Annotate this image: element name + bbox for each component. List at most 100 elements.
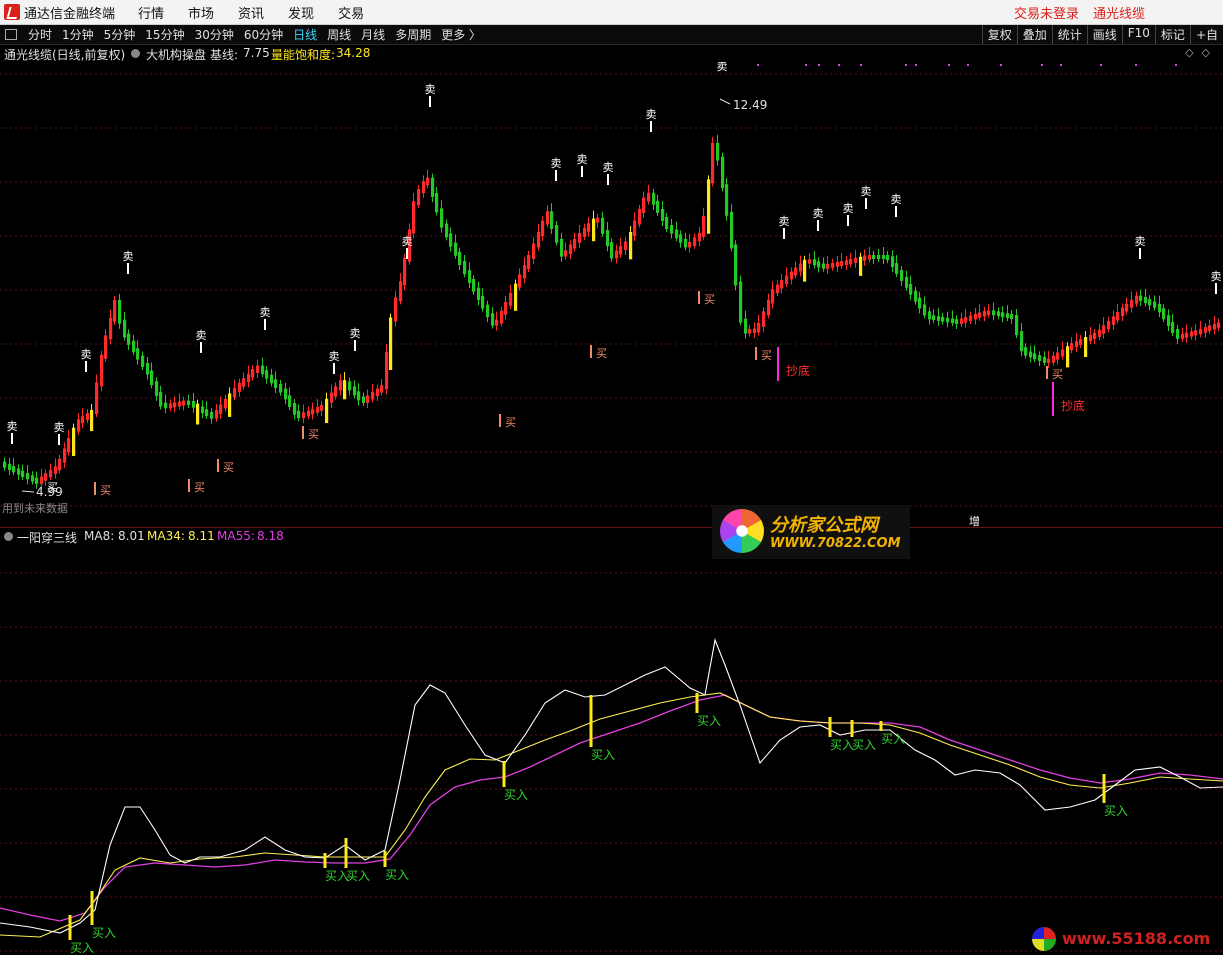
candle-body [541,220,545,236]
restore-rights-button[interactable]: 复权 [981,25,1017,44]
candle-body [155,381,159,396]
signal-dot [1041,64,1043,66]
candle-body [978,312,982,318]
candle-body [987,310,991,315]
candle-body [675,229,679,239]
candle-body [40,476,44,484]
add-self-button[interactable]: +自 [1189,25,1223,44]
signal-dot [838,64,840,66]
candle-body [1066,346,1070,368]
candle-body [1190,331,1194,337]
indicator-name-label: 大机构操盘 [146,48,207,62]
candle-body [504,301,508,315]
candle-body [274,379,278,388]
tab-period-15min[interactable]: 15分钟 [145,26,184,43]
chart-tools: 复权 叠加 统计 画线 F10 标记 +自 [981,25,1223,44]
candle-body [233,387,237,398]
candle-body [1052,355,1056,363]
signal-dot [1060,64,1062,66]
candle-body [1033,353,1037,360]
menu-item-market[interactable]: 市场 [188,3,214,22]
tab-period-60min[interactable]: 60分钟 [244,26,283,43]
f10-button[interactable]: F10 [1121,25,1155,44]
buy-signal-label: 买 [1052,368,1063,381]
candle-body [951,318,955,324]
overlay-button[interactable]: 叠加 [1016,25,1052,44]
tab-period-1min[interactable]: 1分钟 [62,26,94,43]
candle-body [803,259,807,282]
candle-body [532,243,536,259]
signal-dot [967,64,969,66]
candle-body [86,413,90,421]
candle-body [118,300,122,324]
indicator-toggle-icon[interactable] [131,46,140,60]
tab-period-monthly[interactable]: 月线 [361,26,385,43]
candle-body [569,244,573,255]
statistics-button[interactable]: 统计 [1051,25,1087,44]
menu-item-quotes[interactable]: 行情 [138,3,164,22]
candle-body [150,370,154,386]
panel-toggle-icon[interactable] [5,29,17,40]
candle-body [900,270,904,281]
candle-body [491,313,495,326]
ma55-label: MA55: [217,529,255,543]
ma-indicator-chart[interactable]: 买入买入买入买入 买入买入买入买入买入买入 买入买入 [0,545,1223,955]
candle-body [1015,315,1019,336]
menu-item-trade[interactable]: 交易 [338,3,364,22]
panel-options-icon[interactable]: ◇◇ [1185,46,1218,59]
signal-dot [1100,64,1102,66]
candle-body [656,200,660,213]
menu-item-news[interactable]: 资讯 [238,3,264,22]
candlestick-chart[interactable]: 卖卖卖卖卖卖卖卖卖卖卖 卖卖卖卖卖 卖卖卖卖卖卖买 买买买买买买买买买抄底抄底12.4… [0,62,1223,527]
max-price-pointer [719,98,731,105]
buy-signal-label: 买 [223,461,234,474]
candle-body [1079,339,1083,346]
current-stock-link[interactable]: 通光线缆 [1093,3,1145,22]
tab-period-30min[interactable]: 30分钟 [195,26,234,43]
mark-button[interactable]: 标记 [1154,25,1190,44]
candle-body [472,279,476,292]
candle-body [527,255,531,270]
menu-item-discover[interactable]: 发现 [288,3,314,22]
candle-body [311,408,315,415]
tab-period-5min[interactable]: 5分钟 [104,26,136,43]
candle-body [256,365,260,373]
candle-body [136,348,140,360]
candle-body [1194,330,1198,336]
candle-body [1185,332,1189,338]
ma55-value: 8.18 [257,529,284,543]
sub-indicator-toggle-icon[interactable] [4,529,13,543]
candle-body [422,181,426,193]
tab-period-more[interactable]: 更多 〉 [441,26,481,43]
candle-body [95,382,99,414]
candle-body [859,256,863,276]
sell-signal-label: 卖 [402,235,413,248]
sell-signal-label: 卖 [603,161,614,174]
tab-period-weekly[interactable]: 周线 [327,26,351,43]
candle-body [753,328,757,333]
candle-body [366,395,370,403]
candle-body [1038,355,1042,362]
candle-body [550,211,554,229]
candle-body [1125,303,1129,312]
candle-body [1144,296,1148,304]
trade-login-status[interactable]: 交易未登录 [1014,3,1079,22]
candle-body [54,466,58,474]
max-price-label: 12.49 [733,98,767,112]
tab-period-daily[interactable]: 日线 [293,26,317,43]
candle-body [1135,295,1139,304]
candle-body [265,370,269,379]
candle-body [560,238,564,257]
buy-in-signal-label: 买入 [830,738,854,752]
candle-body [969,315,973,321]
tab-period-multi[interactable]: 多周期 [395,26,431,43]
candle-body [711,142,715,184]
candle-body [997,311,1001,317]
candle-body [1056,352,1060,360]
tab-period-tick[interactable]: 分时 [28,26,52,43]
candle-body [946,317,950,323]
watermark-site-url: WWW.70822.COM [770,536,901,551]
candle-body [196,403,200,425]
buy-in-signal-label: 买入 [852,738,876,752]
draw-line-button[interactable]: 画线 [1086,25,1122,44]
